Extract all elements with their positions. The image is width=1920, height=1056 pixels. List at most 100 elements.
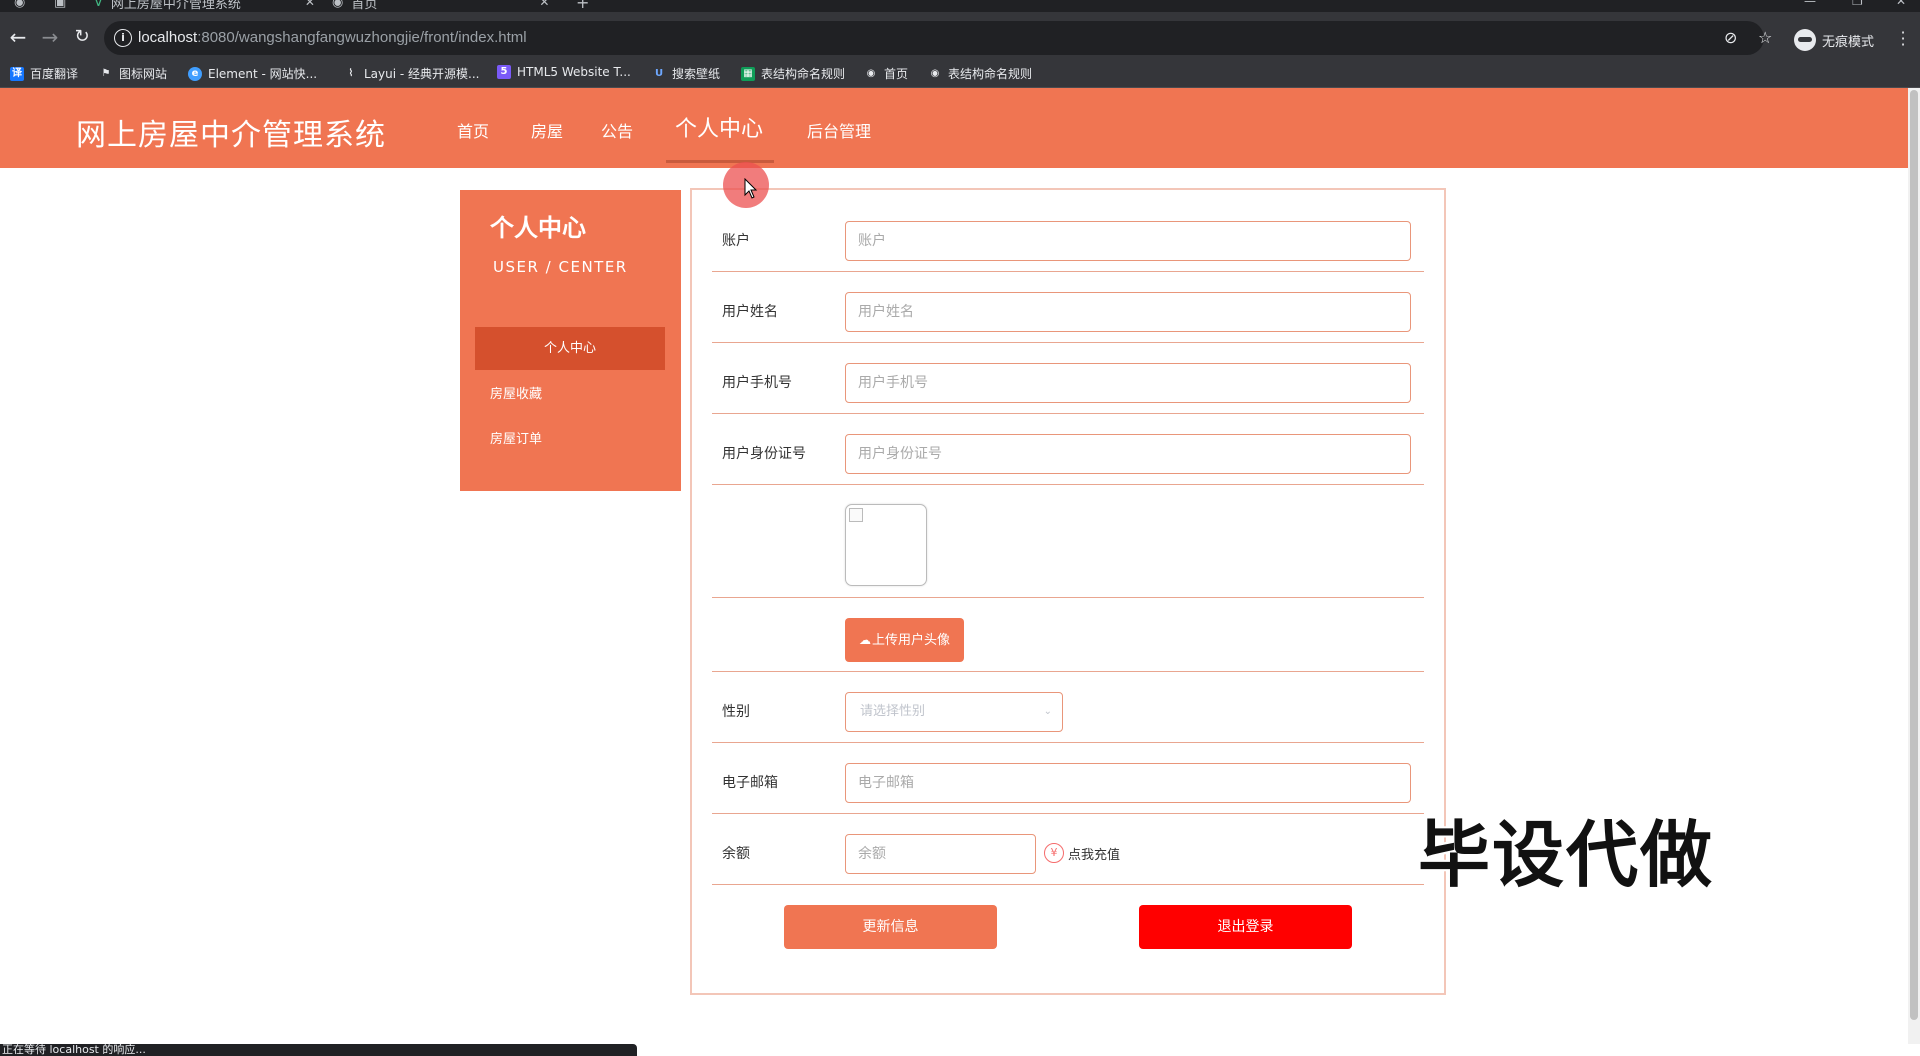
eye-off-icon[interactable]: ⊘	[1724, 28, 1737, 47]
update-info-button[interactable]: 更新信息	[784, 905, 997, 949]
mouse-cursor-icon	[744, 178, 758, 199]
recharge-link[interactable]: ¥ 点我充值	[1044, 843, 1120, 863]
window-icon: ▣	[54, 0, 67, 10]
idcard-label: 用户身份证号	[722, 446, 806, 462]
divider	[712, 884, 1424, 885]
bookmark-item[interactable]: ◉ 首页	[864, 65, 908, 82]
bookmark-label: HTML5 Website T...	[517, 65, 631, 79]
nav-home[interactable]: 首页	[457, 118, 489, 142]
upload-avatar-label: 上传用户头像	[871, 633, 950, 648]
sidebar-subtitle: USER / CENTER	[493, 258, 628, 276]
globe-icon: ◉	[332, 0, 344, 10]
phone-label: 用户手机号	[722, 375, 792, 391]
browser-status-bar: 正在等待 localhost 的响应...	[0, 1044, 637, 1056]
chevron-down-icon: ⌄	[1043, 706, 1052, 717]
phone-input[interactable]	[845, 363, 1411, 403]
tab-home[interactable]: ◉ 首页 ✕	[332, 0, 549, 12]
nav-houses[interactable]: 房屋	[531, 118, 563, 142]
sidebar-item-orders[interactable]: 房屋订单	[490, 428, 542, 447]
bookmark-label: 图标网站	[119, 67, 168, 81]
tab-title: 首页	[351, 0, 378, 12]
balance-input[interactable]	[845, 834, 1036, 874]
nav-notices[interactable]: 公告	[601, 118, 633, 142]
restore-icon[interactable]: ❐	[1852, 0, 1863, 8]
url-host: localhost	[138, 29, 198, 46]
bookmark-label: 首页	[884, 67, 909, 81]
back-icon[interactable]: ←	[6, 25, 30, 49]
page-scrollbar[interactable]	[1908, 88, 1920, 1044]
divider	[712, 484, 1424, 485]
flag-icon: ⚑	[101, 67, 111, 79]
bookmark-item[interactable]: ◉ 表结构命名规则	[928, 65, 1032, 82]
menu-icon[interactable]: · · ·	[1898, 25, 1908, 53]
bookmark-item[interactable]: e Element - 网站快...	[188, 65, 317, 82]
nav-user-center[interactable]: 个人中心	[675, 111, 763, 143]
star-icon[interactable]: ☆	[1758, 28, 1772, 47]
sidebar-title: 个人中心	[490, 214, 586, 242]
vue-icon: V	[94, 0, 103, 10]
minimize-icon[interactable]: —	[1804, 0, 1816, 8]
email-label: 电子邮箱	[722, 775, 778, 791]
bookmark-item[interactable]: 5 HTML5 Website T...	[497, 65, 631, 79]
bookmark-item[interactable]: ⚑ 图标网站	[99, 65, 168, 82]
wallpaper-icon: U	[654, 67, 664, 79]
bookmark-item[interactable]: U 搜索壁纸	[652, 65, 720, 82]
nav-admin[interactable]: 后台管理	[807, 118, 871, 142]
name-input[interactable]	[845, 292, 1411, 332]
reload-icon[interactable]: ↻	[70, 25, 94, 49]
gender-select[interactable]: 请选择性别 ⌄	[845, 692, 1063, 732]
divider	[712, 413, 1424, 414]
browser-toolbar: ← → ↻ i localhost:8080/wangshangfangwuzh…	[0, 12, 1920, 62]
info-icon[interactable]: i	[114, 29, 132, 47]
account-input[interactable]	[845, 221, 1411, 261]
divider	[712, 742, 1424, 743]
sidebar-item-profile[interactable]: 个人中心	[475, 327, 665, 370]
watermark-text: 毕设代做	[1418, 813, 1715, 897]
cloud-upload-icon: ☁	[858, 633, 871, 647]
window-close-icon[interactable]: ✕	[1896, 0, 1906, 8]
address-bar[interactable]: i localhost:8080/wangshangfangwuzhongjie…	[104, 21, 1772, 55]
sidebar-item-favorites[interactable]: 房屋收藏	[490, 383, 542, 402]
balance-label: 余额	[722, 846, 750, 862]
close-icon[interactable]: ✕	[539, 0, 549, 9]
tab-title: 网上房屋中介管理系统	[110, 0, 241, 12]
yen-icon: ¥	[1044, 843, 1064, 863]
logout-button[interactable]: 退出登录	[1139, 905, 1352, 949]
site-header: 网上房屋中介管理系统 首页 房屋 公告 个人中心 后台管理	[0, 88, 1908, 168]
email-input[interactable]	[845, 763, 1411, 803]
nav-active-indicator	[666, 160, 774, 163]
broken-image-icon	[849, 508, 863, 522]
bookmark-label: 表结构命名规则	[761, 67, 846, 81]
recharge-label: 点我充值	[1068, 847, 1121, 863]
tab-system[interactable]: V 网上房屋中介管理系统 ✕	[94, 0, 315, 12]
globe-icon: ◉	[930, 67, 940, 79]
incognito-indicator[interactable]: 无痕模式	[1794, 29, 1874, 51]
incognito-icon	[1794, 29, 1816, 51]
globe-icon: ◉	[866, 67, 876, 79]
translate-icon: 译	[10, 66, 24, 81]
bookmark-label: Layui - 经典开源模...	[364, 67, 480, 81]
forward-icon[interactable]: →	[38, 25, 62, 49]
bookmark-item[interactable]: ⌇ Layui - 经典开源模...	[344, 65, 480, 82]
profile-form: 账户 用户姓名 用户手机号 用户身份证号 ☁上传用户头像 性别 请选择性别 ⌄ 电…	[690, 188, 1446, 995]
url-text[interactable]: localhost:8080/wangshangfangwuzhongjie/f…	[138, 29, 527, 46]
bookmark-label: 表结构命名规则	[948, 67, 1033, 81]
html5-icon: 5	[497, 65, 511, 79]
idcard-input[interactable]	[845, 434, 1411, 474]
url-path: :8080/wangshangfangwuzhongjie/front/inde…	[197, 29, 527, 46]
bookmark-item[interactable]: ▦ 表结构命名规则	[741, 65, 845, 82]
divider	[712, 271, 1424, 272]
avatar-preview	[845, 504, 927, 586]
bookmark-label: 百度翻译	[30, 67, 79, 81]
bookmark-label: 搜索壁纸	[672, 67, 721, 81]
divider	[712, 597, 1424, 598]
incognito-label: 无痕模式	[1822, 34, 1875, 50]
scrollbar-thumb[interactable]	[1910, 90, 1918, 1020]
bookmark-item[interactable]: 译百度翻译	[10, 65, 78, 82]
name-label: 用户姓名	[722, 304, 778, 320]
close-icon[interactable]: ✕	[305, 0, 315, 9]
gender-label: 性别	[722, 704, 750, 720]
bookmarks-bar: 译百度翻译 ⚑ 图标网站 e Element - 网站快... ⌇ Layui - 经…	[0, 62, 1920, 88]
upload-avatar-button[interactable]: ☁上传用户头像	[845, 618, 964, 662]
new-tab-icon[interactable]: +	[576, 0, 589, 12]
